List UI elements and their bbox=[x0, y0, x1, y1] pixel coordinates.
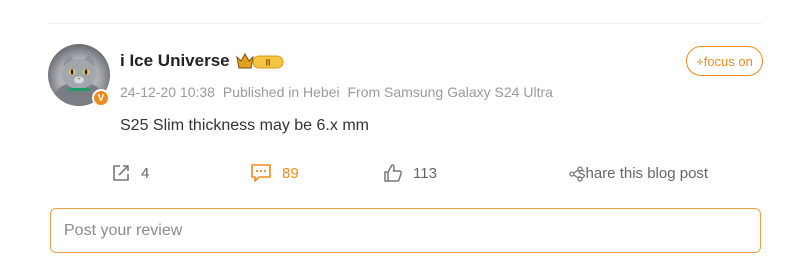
like-button[interactable]: 113 bbox=[383, 160, 437, 186]
comment-button[interactable]: 89 bbox=[250, 160, 299, 186]
share-label: share this blog post bbox=[578, 164, 709, 182]
verified-badge-icon: V bbox=[92, 89, 110, 107]
share-button[interactable]: share this blog post bbox=[568, 160, 708, 186]
author-name[interactable]: i Ice Universe bbox=[120, 51, 230, 71]
action-bar: 4 89 113 share this blog post bbox=[0, 160, 800, 186]
crown-badge-text: II bbox=[265, 58, 270, 68]
top-divider bbox=[48, 23, 762, 24]
repost-count: 4 bbox=[141, 164, 150, 182]
repost-icon bbox=[113, 165, 129, 181]
review-input[interactable] bbox=[64, 221, 760, 240]
post-location: Published in Hebei bbox=[222, 84, 340, 100]
post-meta: 24-12-20 10:38 Published in Hebei From S… bbox=[120, 84, 557, 100]
post-source: From Samsung Galaxy S24 Ultra bbox=[347, 84, 553, 100]
post-timestamp[interactable]: 24-12-20 10:38 bbox=[120, 84, 215, 100]
thumbs-up-icon bbox=[384, 164, 402, 182]
comment-count: 89 bbox=[282, 164, 299, 182]
post-content: S25 Slim thickness may be 6.x mm bbox=[120, 117, 369, 134]
comment-icon bbox=[251, 164, 271, 182]
review-box[interactable] bbox=[50, 208, 761, 253]
share-icon bbox=[569, 166, 583, 182]
like-count: 113 bbox=[413, 164, 437, 182]
repost-button[interactable]: 4 bbox=[111, 160, 149, 186]
crown-level-badge-icon: II bbox=[236, 52, 284, 69]
follow-button[interactable]: +focus on bbox=[686, 46, 763, 76]
